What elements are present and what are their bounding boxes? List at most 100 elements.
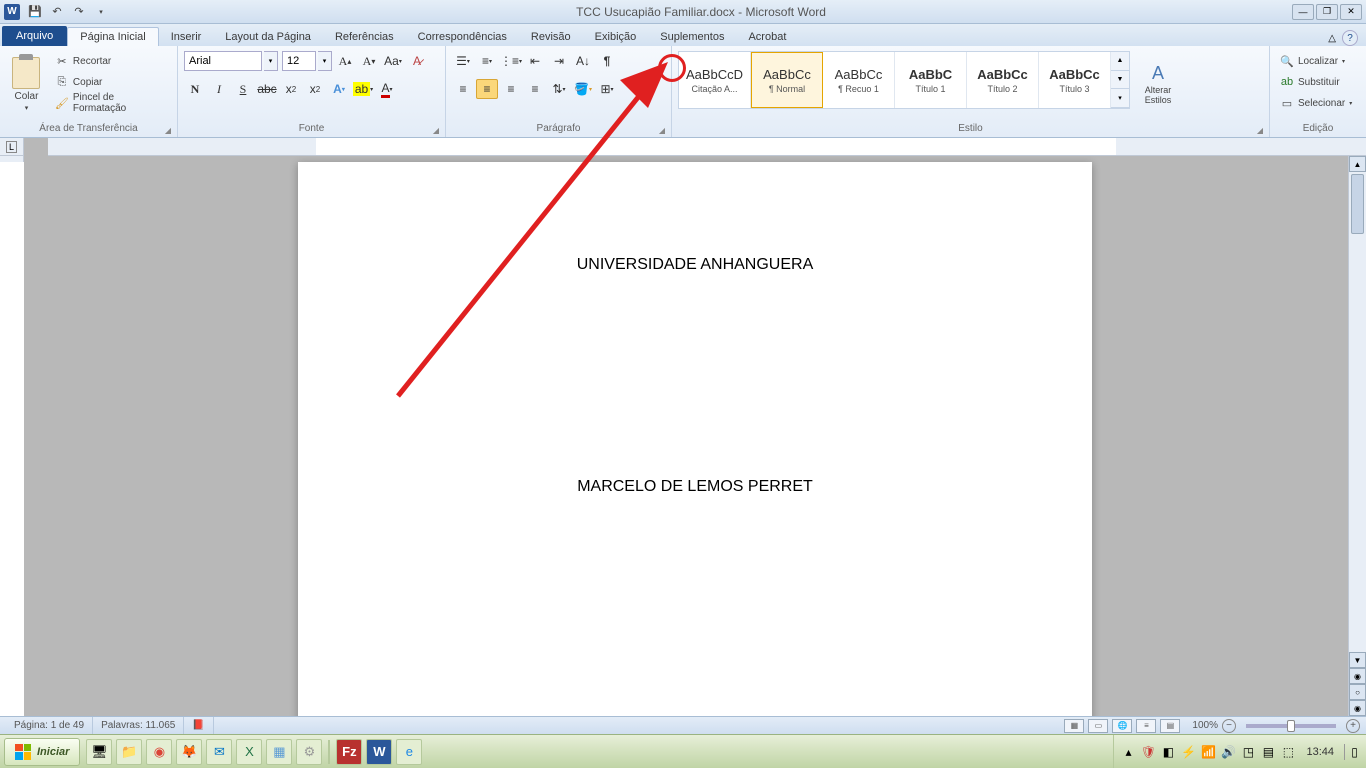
view-web[interactable]: 🌐 [1112, 719, 1132, 733]
ruler-corner[interactable]: L [0, 138, 24, 156]
copy-button[interactable]: ⎘Copiar [51, 72, 171, 92]
tray-clock[interactable]: 13:44 [1300, 746, 1340, 758]
tab-acrobat[interactable]: Acrobat [736, 28, 798, 46]
tab-addins[interactable]: Suplementos [648, 28, 736, 46]
tab-home[interactable]: Página Inicial [67, 27, 158, 46]
font-size-input[interactable]: 12 [282, 51, 316, 71]
tray-app3-icon[interactable]: ◳ [1240, 744, 1256, 760]
tab-view[interactable]: Exibição [583, 28, 649, 46]
vertical-ruler[interactable] [0, 156, 24, 716]
numbering-button[interactable]: ≡▾ [476, 51, 498, 71]
task-word[interactable]: W [366, 739, 392, 765]
redo-button[interactable]: ↷ [70, 3, 88, 21]
grow-font-button[interactable]: A▴ [334, 51, 356, 71]
tab-mailings[interactable]: Correspondências [406, 28, 519, 46]
styles-dialog-launcher[interactable]: ◢ [1257, 126, 1263, 135]
clear-formatting-button[interactable]: A̷ [406, 51, 428, 71]
document-page[interactable]: UNIVERSIDADE ANHANGUERA MARCELO DE LEMOS… [298, 162, 1092, 716]
paragraph-dialog-launcher[interactable]: ◢ [659, 126, 665, 135]
horizontal-ruler[interactable] [48, 138, 1366, 156]
style-titulo3[interactable]: AaBbCcTítulo 3 [1039, 52, 1111, 108]
task-app2[interactable]: ⚙ [296, 739, 322, 765]
superscript-button[interactable]: x2 [304, 79, 326, 99]
prev-page-button[interactable]: ◉ [1349, 668, 1366, 684]
increase-indent-button[interactable]: ⇥ [548, 51, 570, 71]
subscript-button[interactable]: x2 [280, 79, 302, 99]
style-normal[interactable]: AaBbCc¶ Normal [751, 52, 823, 108]
multilevel-button[interactable]: ⋮≡▾ [500, 51, 522, 71]
task-filezilla[interactable]: Fz [336, 739, 362, 765]
tray-network-icon[interactable]: 📶 [1200, 744, 1216, 760]
status-page[interactable]: Página: 1 de 49 [6, 717, 93, 734]
highlight-button[interactable]: ab▾ [352, 79, 374, 99]
page-scroll[interactable]: UNIVERSIDADE ANHANGUERA MARCELO DE LEMOS… [24, 156, 1366, 716]
task-app1[interactable]: ▦ [266, 739, 292, 765]
tray-app1-icon[interactable]: ◧ [1160, 744, 1176, 760]
bold-button[interactable]: N [184, 79, 206, 99]
align-right-button[interactable]: ≡ [500, 79, 522, 99]
tray-expand-icon[interactable]: ▴ [1120, 744, 1136, 760]
scroll-down-arrow[interactable]: ▼ [1349, 652, 1366, 668]
style-titulo1[interactable]: AaBbCTítulo 1 [895, 52, 967, 108]
tray-app4-icon[interactable]: ▤ [1260, 744, 1276, 760]
tab-file[interactable]: Arquivo [2, 26, 67, 46]
text-effects-button[interactable]: A▾ [328, 79, 350, 99]
format-painter-button[interactable]: 🖌Pincel de Formatação [51, 93, 171, 113]
tray-volume-icon[interactable]: 🔊 [1220, 744, 1236, 760]
task-ie[interactable]: e [396, 739, 422, 765]
zoom-slider-thumb[interactable] [1287, 720, 1295, 732]
clipboard-dialog-launcher[interactable]: ◢ [165, 126, 171, 135]
undo-button[interactable]: ↶ [48, 3, 66, 21]
show-marks-button[interactable]: ¶ [596, 51, 618, 71]
style-scroll-up[interactable]: ▲ [1111, 52, 1129, 71]
status-words[interactable]: Palavras: 11.065 [93, 717, 184, 734]
qat-customize[interactable]: ▾ [92, 3, 110, 21]
tray-app5-icon[interactable]: ⬚ [1280, 744, 1296, 760]
bullets-button[interactable]: ☰▾ [452, 51, 474, 71]
tab-references[interactable]: Referências [323, 28, 406, 46]
font-dialog-launcher[interactable]: ◢ [433, 126, 439, 135]
task-explorer[interactable]: 📁 [116, 739, 142, 765]
style-citacao[interactable]: AaBbCcDCitação A... [679, 52, 751, 108]
minimize-ribbon-icon[interactable]: △ [1328, 33, 1336, 44]
line-spacing-button[interactable]: ⇅▾ [548, 79, 570, 99]
decrease-indent-button[interactable]: ⇤ [524, 51, 546, 71]
zoom-out-button[interactable]: − [1222, 719, 1236, 733]
change-styles-button[interactable]: A Alterar Estilos [1134, 51, 1182, 117]
font-name-dropdown[interactable]: ▾ [264, 51, 278, 71]
help-icon[interactable]: ? [1342, 30, 1358, 46]
vertical-scrollbar[interactable]: ▲ ▼ ◉ ○ ◉ [1348, 156, 1366, 716]
view-outline[interactable]: ≡ [1136, 719, 1156, 733]
font-name-input[interactable]: Arial [184, 51, 262, 71]
task-desktop[interactable]: 🖥 [86, 739, 112, 765]
zoom-slider[interactable] [1246, 724, 1336, 728]
strikethrough-button[interactable]: abc [256, 79, 278, 99]
zoom-in-button[interactable]: + [1346, 719, 1360, 733]
restore-button[interactable]: ❐ [1316, 4, 1338, 20]
shading-button[interactable]: 🪣▾ [572, 79, 594, 99]
minimize-button[interactable]: — [1292, 4, 1314, 20]
font-size-dropdown[interactable]: ▾ [318, 51, 332, 71]
task-chrome[interactable]: ◉ [146, 739, 172, 765]
zoom-level[interactable]: 100% [1192, 720, 1218, 731]
select-button[interactable]: ▭Selecionar▾ [1276, 93, 1356, 113]
view-print-layout[interactable]: ▦ [1064, 719, 1084, 733]
start-button[interactable]: Iniciar [4, 738, 80, 766]
style-more[interactable]: ▾ [1111, 89, 1129, 108]
find-button[interactable]: 🔍Localizar▾ [1276, 51, 1356, 71]
close-button[interactable]: ✕ [1340, 4, 1362, 20]
tab-review[interactable]: Revisão [519, 28, 583, 46]
font-color-button[interactable]: A▾ [376, 79, 398, 99]
tab-insert[interactable]: Inserir [159, 28, 214, 46]
sort-button[interactable]: A↓ [572, 51, 594, 71]
justify-button[interactable]: ≡ [524, 79, 546, 99]
style-recuo1[interactable]: AaBbCc¶ Recuo 1 [823, 52, 895, 108]
view-draft[interactable]: ▤ [1160, 719, 1180, 733]
tray-app2-icon[interactable]: ⚡ [1180, 744, 1196, 760]
borders-button[interactable]: ⊞▾ [596, 79, 618, 99]
task-excel[interactable]: X [236, 739, 262, 765]
style-titulo2[interactable]: AaBbCcTítulo 2 [967, 52, 1039, 108]
italic-button[interactable]: I [208, 79, 230, 99]
tray-show-desktop[interactable]: ▯ [1344, 744, 1360, 760]
tray-shield-icon[interactable]: 🛡 [1140, 744, 1156, 760]
